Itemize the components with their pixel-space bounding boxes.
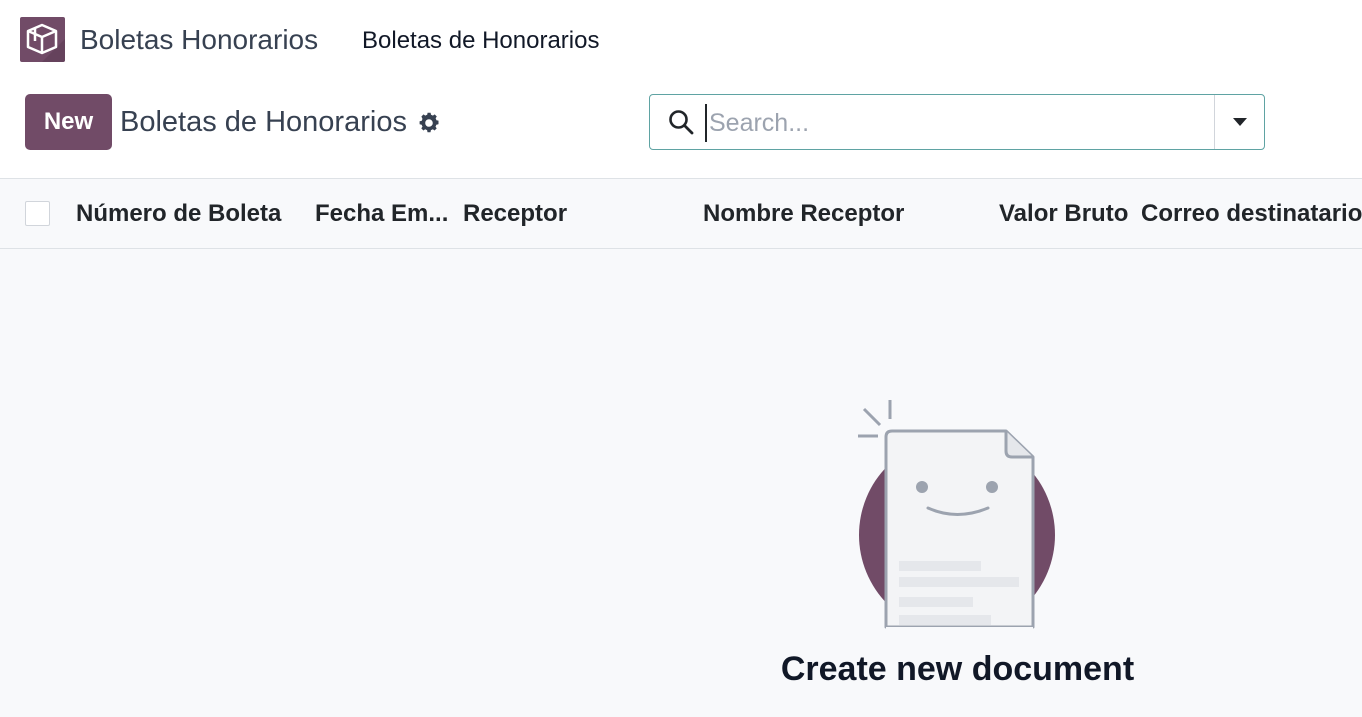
column-header-valor-bruto[interactable]: Valor Bruto (999, 200, 1128, 228)
column-header-numero-boleta[interactable]: Número de Boleta (76, 200, 281, 228)
page-title: Boletas de Honorarios (120, 106, 407, 138)
column-header-nombre-receptor[interactable]: Nombre Receptor (703, 200, 904, 228)
search-input[interactable] (705, 104, 1205, 142)
new-button[interactable]: New (25, 94, 112, 150)
gear-icon[interactable] (417, 111, 441, 135)
column-header-receptor[interactable]: Receptor (463, 200, 567, 228)
column-header-fecha-emision[interactable]: Fecha Em... (315, 200, 448, 228)
app-name[interactable]: Boletas Honorarios (80, 24, 318, 56)
smiling-document-icon (850, 395, 1065, 640)
top-navbar: Boletas Honorarios Boletas de Honorarios (0, 0, 1362, 82)
empty-state-title: Create new document (780, 650, 1135, 688)
nav-menu-boletas[interactable]: Boletas de Honorarios (362, 27, 599, 55)
select-all-checkbox[interactable] (25, 201, 50, 226)
list-view (0, 178, 1362, 717)
search-icon (667, 108, 695, 136)
column-header-correo-destinatario[interactable]: Correo destinatario (1141, 200, 1362, 228)
box-icon[interactable] (20, 17, 65, 62)
caret-down-icon[interactable] (1215, 95, 1264, 149)
